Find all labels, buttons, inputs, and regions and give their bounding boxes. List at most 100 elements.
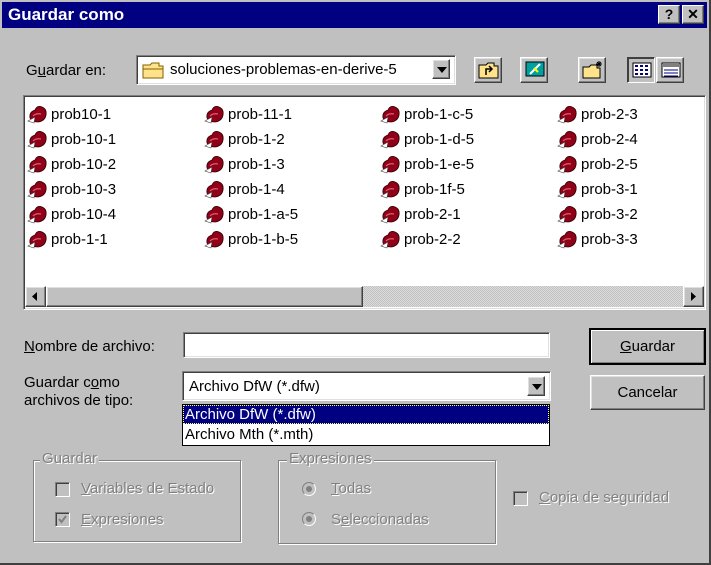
file-item[interactable]: prob-1-e-5 [380,153,474,175]
derive-file-icon [204,106,224,124]
file-item[interactable]: prob-10-4 [27,203,116,225]
scrollbar-thumb[interactable] [46,286,363,307]
backup-label: Copia de seguridad [539,489,670,506]
file-name: prob-2-5 [581,155,638,173]
horizontal-scrollbar[interactable] [25,286,704,307]
file-item[interactable]: prob-2-2 [380,228,461,250]
todas-label: Todas [331,480,372,497]
help-icon: ? [664,6,674,22]
file-item[interactable]: prob-3-3 [557,228,638,250]
file-item[interactable]: prob-2-5 [557,153,638,175]
filetype-dropdown-list: Archivo DfW (*.dfw) Archivo Mth (*.mth) [182,404,550,446]
expresiones-group [278,460,496,544]
filetype-value: Archivo DfW (*.dfw) [189,378,320,395]
new-folder-button[interactable] [578,57,606,83]
details-view-icon [661,62,681,78]
close-icon: ✕ [687,6,699,22]
desktop-button[interactable] [520,57,548,83]
file-item[interactable]: prob-1-b-5 [204,228,298,250]
file-name: prob-1-3 [228,155,285,173]
variables-checkbox[interactable] [55,482,70,497]
derive-file-icon [557,131,577,149]
arrow-left-icon [32,292,37,301]
scroll-left-button[interactable] [25,286,46,307]
file-item[interactable]: prob-1-c-5 [380,103,473,125]
filetype-dropdown-button[interactable] [527,376,545,396]
file-item[interactable]: prob-2-1 [380,203,461,225]
desktop-icon [525,61,545,77]
folder-icon [142,62,164,79]
file-item[interactable]: prob-10-1 [27,128,116,150]
file-item[interactable]: prob-1-3 [204,153,285,175]
save-in-combo[interactable]: soluciones-problemas-en-derive-5 [136,55,456,85]
file-name: prob-1-e-5 [404,155,475,173]
expresiones-label: Expresiones [81,511,164,528]
list-view-icon [632,62,652,78]
filename-input[interactable] [183,332,550,358]
scroll-right-button[interactable] [683,286,704,307]
backup-checkbox[interactable] [513,491,528,506]
file-item[interactable]: prob-1f-5 [380,178,465,200]
file-name: prob-1-d-5 [404,130,475,148]
file-item[interactable]: prob-2-4 [557,128,638,150]
derive-file-icon [204,231,224,249]
derive-file-icon [557,156,577,174]
file-item[interactable]: prob-3-1 [557,178,638,200]
derive-file-icon [204,156,224,174]
filetype-combo[interactable]: Archivo DfW (*.dfw) [182,371,551,401]
file-item[interactable]: prob-1-a-5 [204,203,298,225]
file-item[interactable]: prob10-1 [27,103,111,125]
file-name: prob-2-1 [404,205,461,223]
file-name: prob-2-2 [404,230,461,248]
derive-file-icon [204,131,224,149]
file-name: prob-10-3 [51,180,117,198]
seleccionadas-radio[interactable] [302,512,316,526]
file-item[interactable]: prob-1-d-5 [380,128,474,150]
cancel-button[interactable]: Cancelar [590,375,705,410]
file-item[interactable]: prob-3-2 [557,203,638,225]
file-name: prob-1-1 [51,230,108,248]
details-view-button[interactable] [656,57,684,83]
file-name: prob-1-a-5 [228,205,299,223]
new-folder-icon [582,61,602,79]
file-name: prob-1-b-5 [228,230,299,248]
filetype-label: Guardar como [24,374,120,391]
save-button[interactable]: Guardar [589,328,706,365]
derive-file-icon [27,106,47,124]
file-item[interactable]: prob-10-2 [27,153,116,175]
derive-file-icon [557,206,577,224]
derive-file-icon [380,206,400,224]
close-button[interactable]: ✕ [682,5,704,24]
filetype-option[interactable]: Archivo Mth (*.mth) [183,425,549,444]
file-item[interactable]: prob-1-2 [204,128,285,150]
list-view-button[interactable] [627,57,655,83]
file-name: prob-3-3 [581,230,638,248]
up-folder-icon [478,62,499,79]
file-name: prob-10-4 [51,205,117,223]
derive-file-icon [380,181,400,199]
filetype-label-line2: archivos de tipo: [24,392,134,409]
filetype-option[interactable]: Archivo DfW (*.dfw) [183,405,549,424]
file-name: prob-1-4 [228,180,285,198]
title-bar[interactable]: Guardar como ? ✕ [2,2,707,28]
seleccionadas-label: Seleccionadas [331,511,429,528]
help-button[interactable]: ? [658,5,680,24]
up-one-level-button[interactable] [474,57,502,83]
file-item[interactable]: prob-1-1 [27,228,108,250]
file-name: prob-10-1 [51,130,117,148]
save-in-dropdown-button[interactable] [432,59,450,79]
expresiones-checkbox[interactable] [55,512,70,527]
derive-file-icon [27,181,47,199]
file-item[interactable]: prob-2-3 [557,103,638,125]
file-item[interactable]: prob-10-3 [27,178,116,200]
derive-file-icon [27,156,47,174]
derive-file-icon [380,131,400,149]
file-name: prob-1-2 [228,130,285,148]
file-name: prob-1-c-5 [404,105,474,123]
todas-radio[interactable] [302,482,316,496]
file-item[interactable]: prob-11-1 [204,103,292,125]
file-name: prob-11-1 [228,105,292,123]
file-item[interactable]: prob-1-4 [204,178,285,200]
file-name: prob-3-1 [581,180,638,198]
file-name: prob-2-3 [581,105,638,123]
